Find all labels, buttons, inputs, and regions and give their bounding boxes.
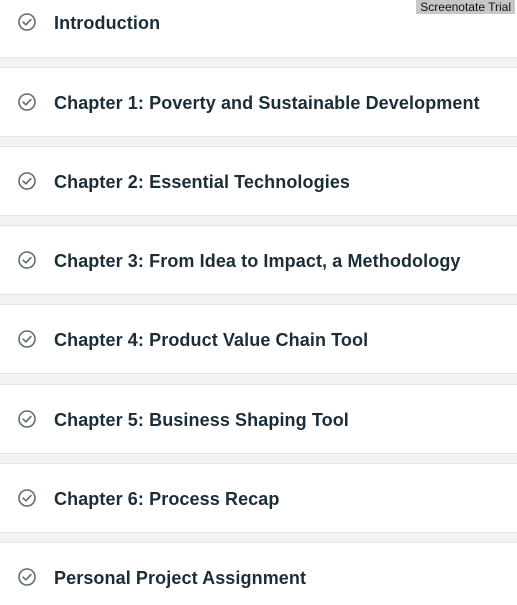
check-circle-icon [17, 250, 37, 270]
chapter-title: Chapter 2: Essential Technologies [54, 172, 351, 192]
chapter-title: Chapter 1: Poverty and Sustainable Devel… [54, 93, 480, 113]
chapter-item-4[interactable]: Chapter 4: Product Value Chain Tool [0, 304, 517, 374]
chapter-title: Introduction [54, 13, 161, 33]
check-circle-icon [17, 171, 37, 191]
check-circle-icon [17, 92, 37, 112]
chapter-item-5[interactable]: Chapter 5: Business Shaping Tool [0, 384, 517, 454]
chapter-item-3[interactable]: Chapter 3: From Idea to Impact, a Method… [0, 225, 517, 295]
check-circle-icon [17, 12, 37, 32]
chapter-item-6[interactable]: Chapter 6: Process Recap [0, 463, 517, 533]
check-circle-icon [17, 488, 37, 508]
chapter-list: Introduction Chapter 1: Poverty and Sust… [0, 0, 517, 605]
chapter-title: Personal Project Assignment [54, 568, 307, 588]
chapter-item-2[interactable]: Chapter 2: Essential Technologies [0, 146, 517, 216]
chapter-item-personal-project[interactable]: Personal Project Assignment [0, 542, 517, 605]
chapter-item-1[interactable]: Chapter 1: Poverty and Sustainable Devel… [0, 67, 517, 137]
chapter-title: Chapter 6: Process Recap [54, 489, 280, 509]
chapter-title: Chapter 3: From Idea to Impact, a Method… [54, 251, 461, 271]
chapter-title: Chapter 4: Product Value Chain Tool [54, 330, 369, 350]
watermark-badge: Screenotate Trial [416, 0, 515, 14]
chapter-title: Chapter 5: Business Shaping Tool [54, 410, 349, 430]
check-circle-icon [17, 329, 37, 349]
check-circle-icon [17, 409, 37, 429]
check-circle-icon [17, 567, 37, 587]
